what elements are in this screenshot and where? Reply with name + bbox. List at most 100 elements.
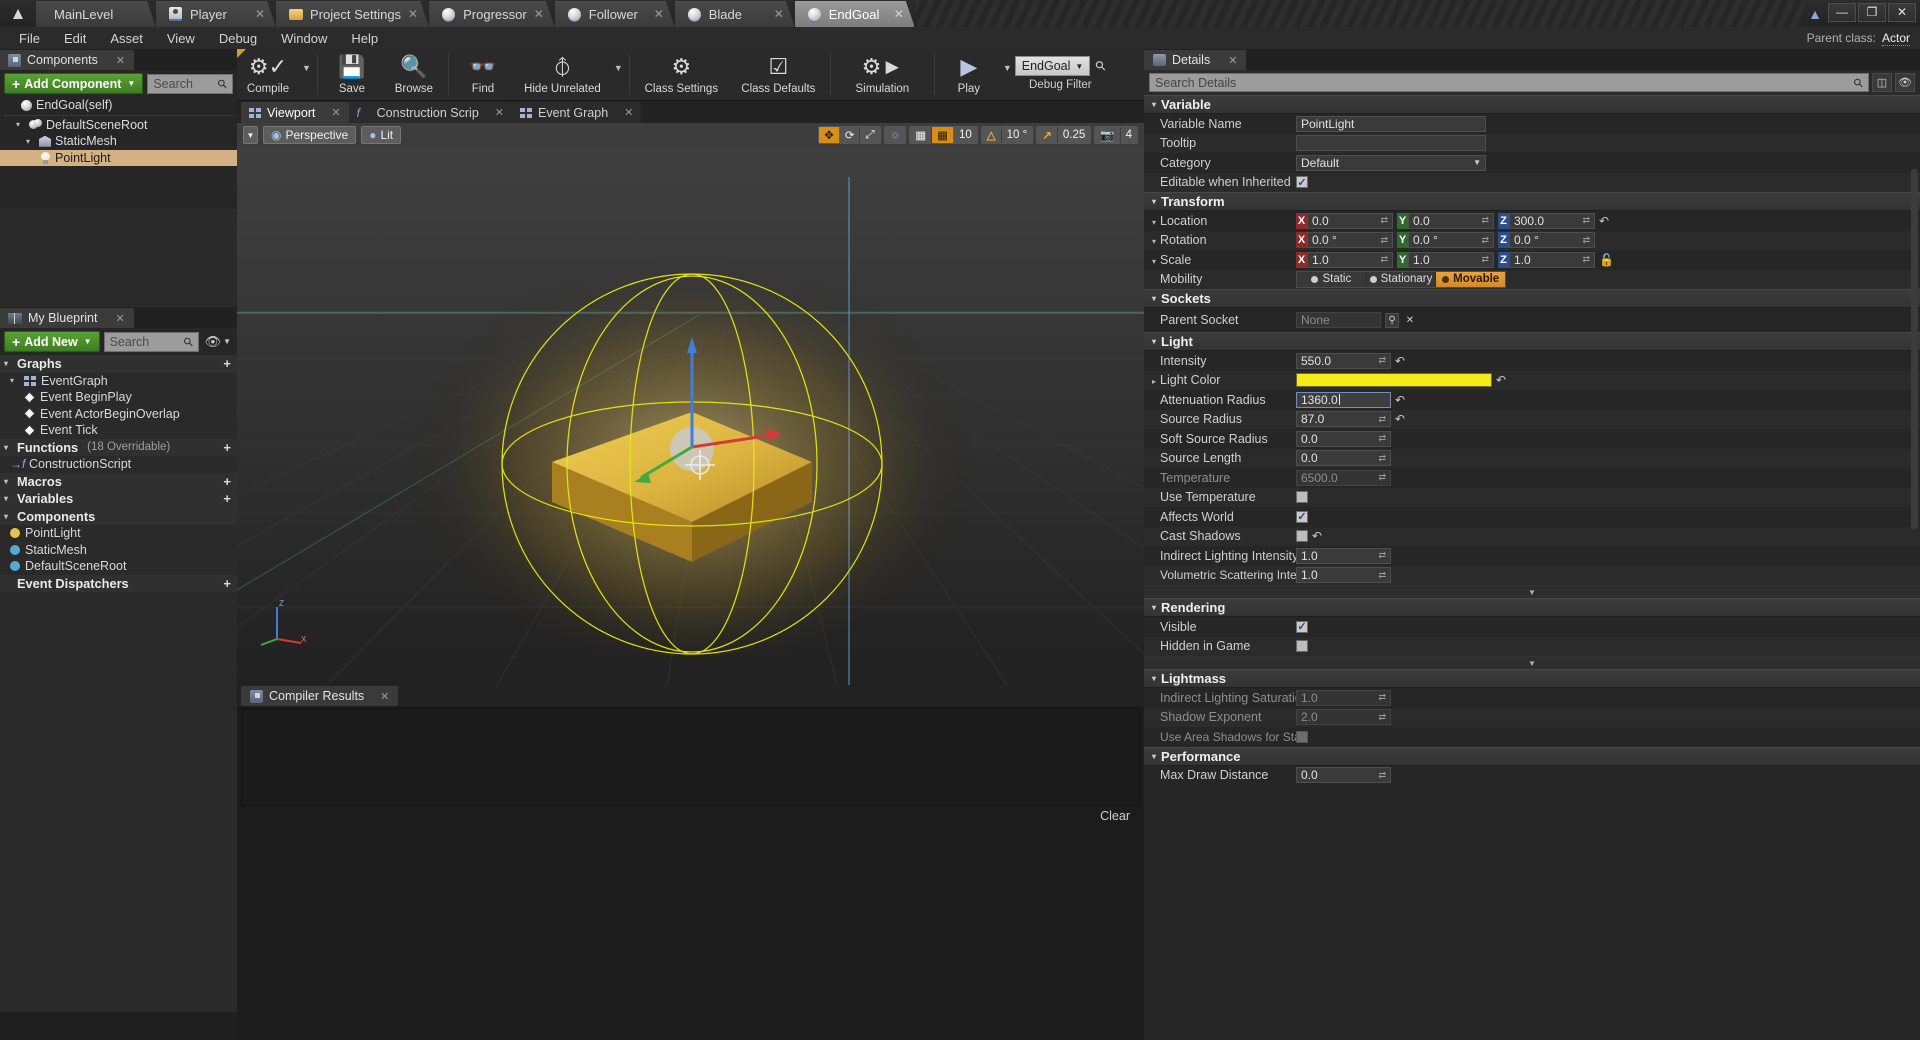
tab-my-blueprint[interactable]: My Blueprint ✕ (0, 308, 134, 328)
rotation-y-input[interactable]: 0.0 ° ⇄ (1408, 232, 1494, 249)
window-tab-blade[interactable]: Blade ✕ (675, 1, 795, 27)
close-icon[interactable]: ✕ (115, 312, 124, 325)
section-functions[interactable]: ▾ Functions (18 Overridable) + (0, 438, 237, 456)
rotation-snap-group[interactable]: △ 10 ° (980, 126, 1034, 144)
list-item-eventgraph[interactable]: ▾ EventGraph (0, 372, 237, 389)
viewport-3d-scene[interactable] (237, 147, 1144, 685)
location-y[interactable]: Y 0.0 ⇄ (1397, 212, 1494, 229)
revert-icon[interactable]: ↶ (1395, 393, 1405, 407)
coordinate-space-group[interactable]: ☼ (883, 126, 907, 144)
editable-when-inherited-checkbox[interactable]: ✓ (1296, 176, 1308, 189)
spinner-icon[interactable]: ⇄ (1378, 355, 1386, 366)
simulation-button[interactable]: ⚙► Simulation (834, 49, 931, 100)
hidden-in-game-checkbox[interactable] (1296, 640, 1308, 653)
spinner-icon[interactable]: ⇄ (1378, 570, 1386, 581)
light-section-expander[interactable]: ▼ (1144, 585, 1920, 598)
max-draw-distance-input[interactable]: 0.0 ⇄ (1296, 767, 1391, 784)
menu-window[interactable]: Window (270, 29, 338, 48)
world-coord-icon[interactable]: ☼ (884, 127, 906, 143)
menu-view[interactable]: View (156, 29, 206, 48)
eye-icon[interactable]: 👁 (205, 334, 222, 350)
tab-components[interactable]: Components ✕ (0, 50, 135, 70)
expander-icon[interactable]: ▾ (1152, 603, 1156, 612)
expander-icon[interactable]: ▾ (10, 376, 19, 385)
close-icon[interactable]: ✕ (534, 7, 544, 21)
class-settings-button[interactable]: ⚙ Class Settings (633, 49, 730, 100)
window-tab-endgoal[interactable]: EndGoal ✕ (795, 1, 915, 27)
compile-button[interactable]: ⚙✓ Compile (237, 49, 299, 100)
category-light[interactable]: ▾ Light (1144, 332, 1920, 351)
location-x[interactable]: X 0.0 ⇄ (1296, 212, 1393, 229)
expander-icon[interactable]: ▾ (4, 359, 13, 368)
soft-source-radius-input[interactable]: 0.0 ⇄ (1296, 430, 1391, 447)
variable-name-input[interactable]: PointLight (1296, 115, 1486, 132)
component-row-pointlight[interactable]: PointLight (0, 149, 237, 166)
add-function-button[interactable]: + (223, 440, 231, 455)
affects-world-checkbox[interactable]: ✓ (1296, 510, 1308, 523)
expander-icon[interactable]: ▾ (1152, 237, 1156, 246)
transform-scale-icon[interactable]: ⤢ (860, 127, 880, 143)
expander-icon[interactable]: ▾ (1152, 100, 1156, 109)
location-z[interactable]: Z 300.0 ⇄ (1498, 212, 1595, 229)
category-transform[interactable]: ▾ Transform (1144, 192, 1920, 211)
add-dispatcher-button[interactable]: + (223, 576, 231, 591)
close-icon[interactable]: ✕ (116, 54, 125, 67)
camera-speed-group[interactable]: 📷 4 (1094, 126, 1138, 144)
rotation-z-input[interactable]: 0.0 ° ⇄ (1509, 232, 1595, 249)
components-search-input[interactable]: Search ⚲ (147, 73, 233, 94)
scale-snap-group[interactable]: ↗ 0.25 (1036, 126, 1092, 144)
category-rendering[interactable]: ▾ Rendering (1144, 598, 1920, 617)
hide-unrelated-dropdown-icon[interactable]: ▼ (611, 49, 626, 86)
debug-filter-combo[interactable]: EndGoal ▼ (1014, 56, 1091, 76)
rendering-section-expander[interactable]: ▼ (1144, 656, 1920, 669)
indirect-lighting-intensity-input[interactable]: 1.0 ⇄ (1296, 547, 1391, 564)
tab-viewport[interactable]: Viewport ✕ (241, 102, 349, 123)
list-item-constructionscript[interactable]: →f ConstructionScript (0, 456, 237, 473)
compile-dropdown-icon[interactable]: ▼ (299, 49, 314, 86)
spinner-icon[interactable]: ⇄ (1582, 254, 1590, 265)
scale-y[interactable]: Y 1.0 ⇄ (1397, 251, 1494, 268)
mobility-static-option[interactable]: Static (1297, 271, 1367, 287)
spinner-icon[interactable]: ⇄ (1378, 453, 1386, 464)
spinner-icon[interactable]: ⇄ (1380, 235, 1388, 246)
menu-debug[interactable]: Debug (208, 29, 268, 48)
expander-icon[interactable]: ▾ (4, 477, 13, 486)
play-dropdown-icon[interactable]: ▼ (1000, 49, 1015, 86)
scale-y-input[interactable]: 1.0 ⇄ (1408, 251, 1494, 268)
category-lightmass[interactable]: ▾ Lightmass (1144, 669, 1920, 688)
close-icon[interactable]: ✕ (408, 7, 418, 21)
use-temperature-checkbox[interactable] (1296, 491, 1308, 504)
rotation-z[interactable]: Z 0.0 ° ⇄ (1498, 232, 1595, 249)
myblueprint-search-input[interactable]: Search ⚲ (103, 331, 199, 352)
component-row-endgoal-self[interactable]: EndGoal(self) (0, 97, 237, 114)
transform-rotate-icon[interactable]: ⟳ (839, 127, 861, 143)
menu-file[interactable]: File (8, 29, 51, 48)
tab-construction-script[interactable]: f Construction Scrip ✕ (348, 102, 512, 123)
spinner-icon[interactable]: ⇄ (1378, 770, 1386, 781)
viewport-options-menu[interactable]: ▼ (243, 126, 258, 144)
add-component-button[interactable]: + Add Component ▼ (4, 73, 144, 94)
section-macros[interactable]: ▾ Macros + (0, 472, 237, 490)
add-new-button[interactable]: + Add New ▼ (4, 331, 100, 352)
spinner-icon[interactable]: ⇄ (1378, 433, 1386, 444)
expander-icon[interactable]: ▾ (4, 443, 13, 452)
section-graphs[interactable]: ▾ Graphs + (0, 355, 237, 373)
rotation-x-input[interactable]: 0.0 ° ⇄ (1307, 232, 1393, 249)
window-tab-strip[interactable]: MainLevel Player ✕ Project Settings ✕ Pr… (36, 0, 1804, 27)
scale-lock-icon[interactable]: 🔓 (1599, 253, 1614, 267)
camera-speed-value[interactable]: 4 (1120, 127, 1137, 143)
component-row-defaultsceneroot[interactable]: ▾ DefaultSceneRoot (0, 117, 237, 134)
scale-x-input[interactable]: 1.0 ⇄ (1307, 251, 1393, 268)
add-graph-button[interactable]: + (223, 356, 231, 371)
column-layout-icon[interactable]: ◫ (1872, 73, 1892, 92)
camera-speed-icon[interactable]: 📷 (1095, 127, 1121, 143)
scale-z[interactable]: Z 1.0 ⇄ (1498, 251, 1595, 268)
revert-icon[interactable]: ↶ (1496, 373, 1506, 387)
revert-icon[interactable]: ↶ (1599, 214, 1609, 228)
section-event-dispatchers[interactable]: ▾ Event Dispatchers + (0, 574, 237, 592)
maximize-button[interactable]: ❐ (1858, 2, 1886, 22)
spinner-icon[interactable]: ⇄ (1481, 215, 1489, 226)
expander-icon[interactable]: ▾ (4, 494, 13, 503)
list-item-event-tick[interactable]: Event Tick (0, 422, 237, 439)
expander-icon[interactable]: ▾ (1152, 197, 1156, 206)
